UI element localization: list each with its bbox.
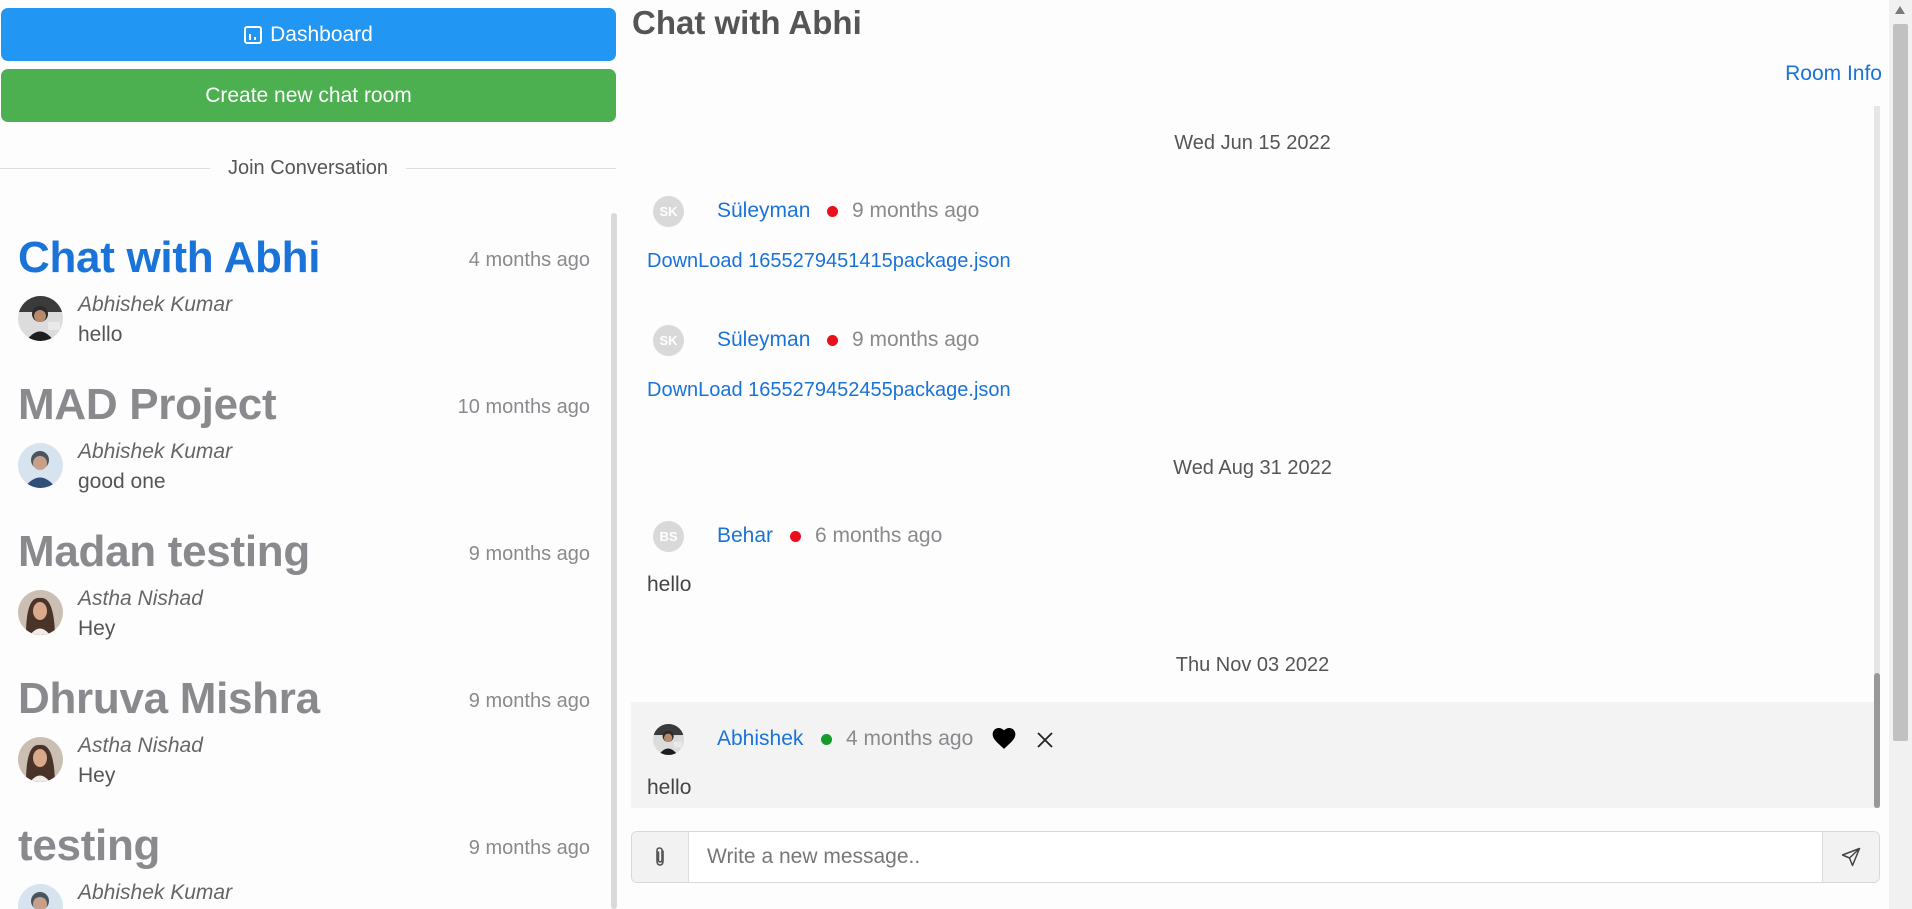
room-title: testing <box>18 821 161 870</box>
avatar <box>18 737 63 782</box>
chat-panel: Chat with Abhi Room Info Wed Jun 15 2022… <box>631 0 1882 909</box>
create-chat-room-label: Create new chat room <box>205 83 412 107</box>
message-time: 9 months ago <box>852 199 980 222</box>
download-link[interactable]: DownLoad 1655279451415package.json <box>647 250 1011 273</box>
avatar <box>18 296 63 341</box>
room-title: MAD Project <box>18 380 277 429</box>
room-info-link[interactable]: Room Info <box>1785 62 1882 86</box>
date-separator: Thu Nov 03 2022 <box>1175 654 1330 676</box>
dashboard-label: Dashboard <box>270 22 373 46</box>
window-scroll-thumb[interactable] <box>1893 24 1908 741</box>
message-composer <box>631 831 1880 883</box>
date-separator: Wed Aug 31 2022 <box>1173 457 1332 479</box>
dashboard-icon <box>244 25 263 44</box>
offline-status-dot <box>827 335 838 346</box>
divider-line <box>406 167 616 169</box>
join-conversation-label: Join Conversation <box>227 156 389 179</box>
sidebar: Dashboard Create new chat room Join Conv… <box>0 0 617 909</box>
room-item[interactable]: MAD Project 10 months ago Abhishek Kumar… <box>0 360 610 507</box>
avatar <box>18 590 63 635</box>
offline-status-dot <box>790 531 801 542</box>
message-sender[interactable]: Abhishek <box>717 727 803 751</box>
room-last-message: good one <box>78 470 166 493</box>
message-time: 4 months ago <box>846 727 974 750</box>
room-title: Madan testing <box>18 527 310 576</box>
room-title: Chat with Abhi <box>18 233 321 282</box>
message-text: hello <box>647 776 692 799</box>
room-list-scrollbar[interactable] <box>611 213 617 909</box>
room-last-author: Abhishek Kumar <box>78 881 233 904</box>
date-separator: Wed Jun 15 2022 <box>1174 132 1331 154</box>
room-item[interactable]: Madan testing 9 months ago Astha Nishad … <box>0 507 610 654</box>
room-last-message: Hey <box>78 764 116 787</box>
room-last-author: Abhishek Kumar <box>78 293 233 316</box>
room-last-author: Abhishek Kumar <box>78 440 233 463</box>
message-sender[interactable]: Süleyman <box>717 199 810 223</box>
offline-status-dot <box>827 206 838 217</box>
room-time: 9 months ago <box>468 543 590 565</box>
avatar <box>18 443 63 488</box>
room-last-author: Astha Nishad <box>78 734 203 757</box>
room-time: 4 months ago <box>468 249 590 271</box>
message-time: 6 months ago <box>815 524 943 547</box>
message: BS Behar 6 months ago hello <box>631 521 1874 621</box>
online-status-dot <box>821 734 832 745</box>
room-time: 10 months ago <box>457 396 590 418</box>
room-item[interactable]: Dhruva Mishra 9 months ago Astha Nishad … <box>0 654 610 801</box>
avatar <box>653 724 684 755</box>
message-input[interactable] <box>690 832 1822 882</box>
send-button[interactable] <box>1822 832 1879 882</box>
avatar <box>18 884 63 909</box>
message-highlighted: Abhishek 4 months ago hello <box>631 702 1874 808</box>
room-time: 9 months ago <box>468 837 590 859</box>
room-last-author: Astha Nishad <box>78 587 203 610</box>
room-list: Chat with Abhi 4 months ago Abhishek Kum… <box>0 213 610 909</box>
room-item[interactable]: testing 9 months ago Abhishek Kumar <box>0 801 610 909</box>
message-text: hello <box>647 573 692 596</box>
message-scroll-thumb[interactable] <box>1874 673 1880 808</box>
room-item[interactable]: Chat with Abhi 4 months ago Abhishek Kum… <box>0 213 610 360</box>
download-link[interactable]: DownLoad 1655279452455package.json <box>647 379 1011 402</box>
paperclip-icon <box>656 847 664 866</box>
attach-button[interactable] <box>632 832 689 882</box>
avatar-initials: BS <box>653 521 684 552</box>
scroll-up-arrow-icon[interactable] <box>1895 6 1905 14</box>
message-sender[interactable]: Behar <box>717 524 773 548</box>
chat-title: Chat with Abhi <box>632 4 862 41</box>
heart-icon[interactable] <box>991 726 1017 755</box>
window-scrollbar[interactable] <box>1889 0 1912 909</box>
chat-app: Dashboard Create new chat room Join Conv… <box>0 0 1912 909</box>
create-chat-room-button[interactable]: Create new chat room <box>1 69 616 122</box>
message-time: 9 months ago <box>852 328 980 351</box>
join-conversation-divider: Join Conversation <box>0 156 616 180</box>
avatar-initials: SK <box>653 325 684 356</box>
message-list: Wed Jun 15 2022 SK Süleyman 9 months ago… <box>631 106 1874 808</box>
room-time: 9 months ago <box>468 690 590 712</box>
message: SK Süleyman 9 months ago DownLoad 165527… <box>631 196 1874 296</box>
avatar-initials: SK <box>653 196 684 227</box>
room-last-message: hello <box>78 323 123 346</box>
close-icon[interactable] <box>1037 732 1053 753</box>
send-icon <box>1841 847 1861 867</box>
divider-line <box>0 167 210 169</box>
room-last-message: Hey <box>78 617 116 640</box>
message-sender[interactable]: Süleyman <box>717 328 810 352</box>
message: SK Süleyman 9 months ago DownLoad 165527… <box>631 325 1874 425</box>
dashboard-button[interactable]: Dashboard <box>1 8 616 61</box>
room-title: Dhruva Mishra <box>18 674 320 723</box>
